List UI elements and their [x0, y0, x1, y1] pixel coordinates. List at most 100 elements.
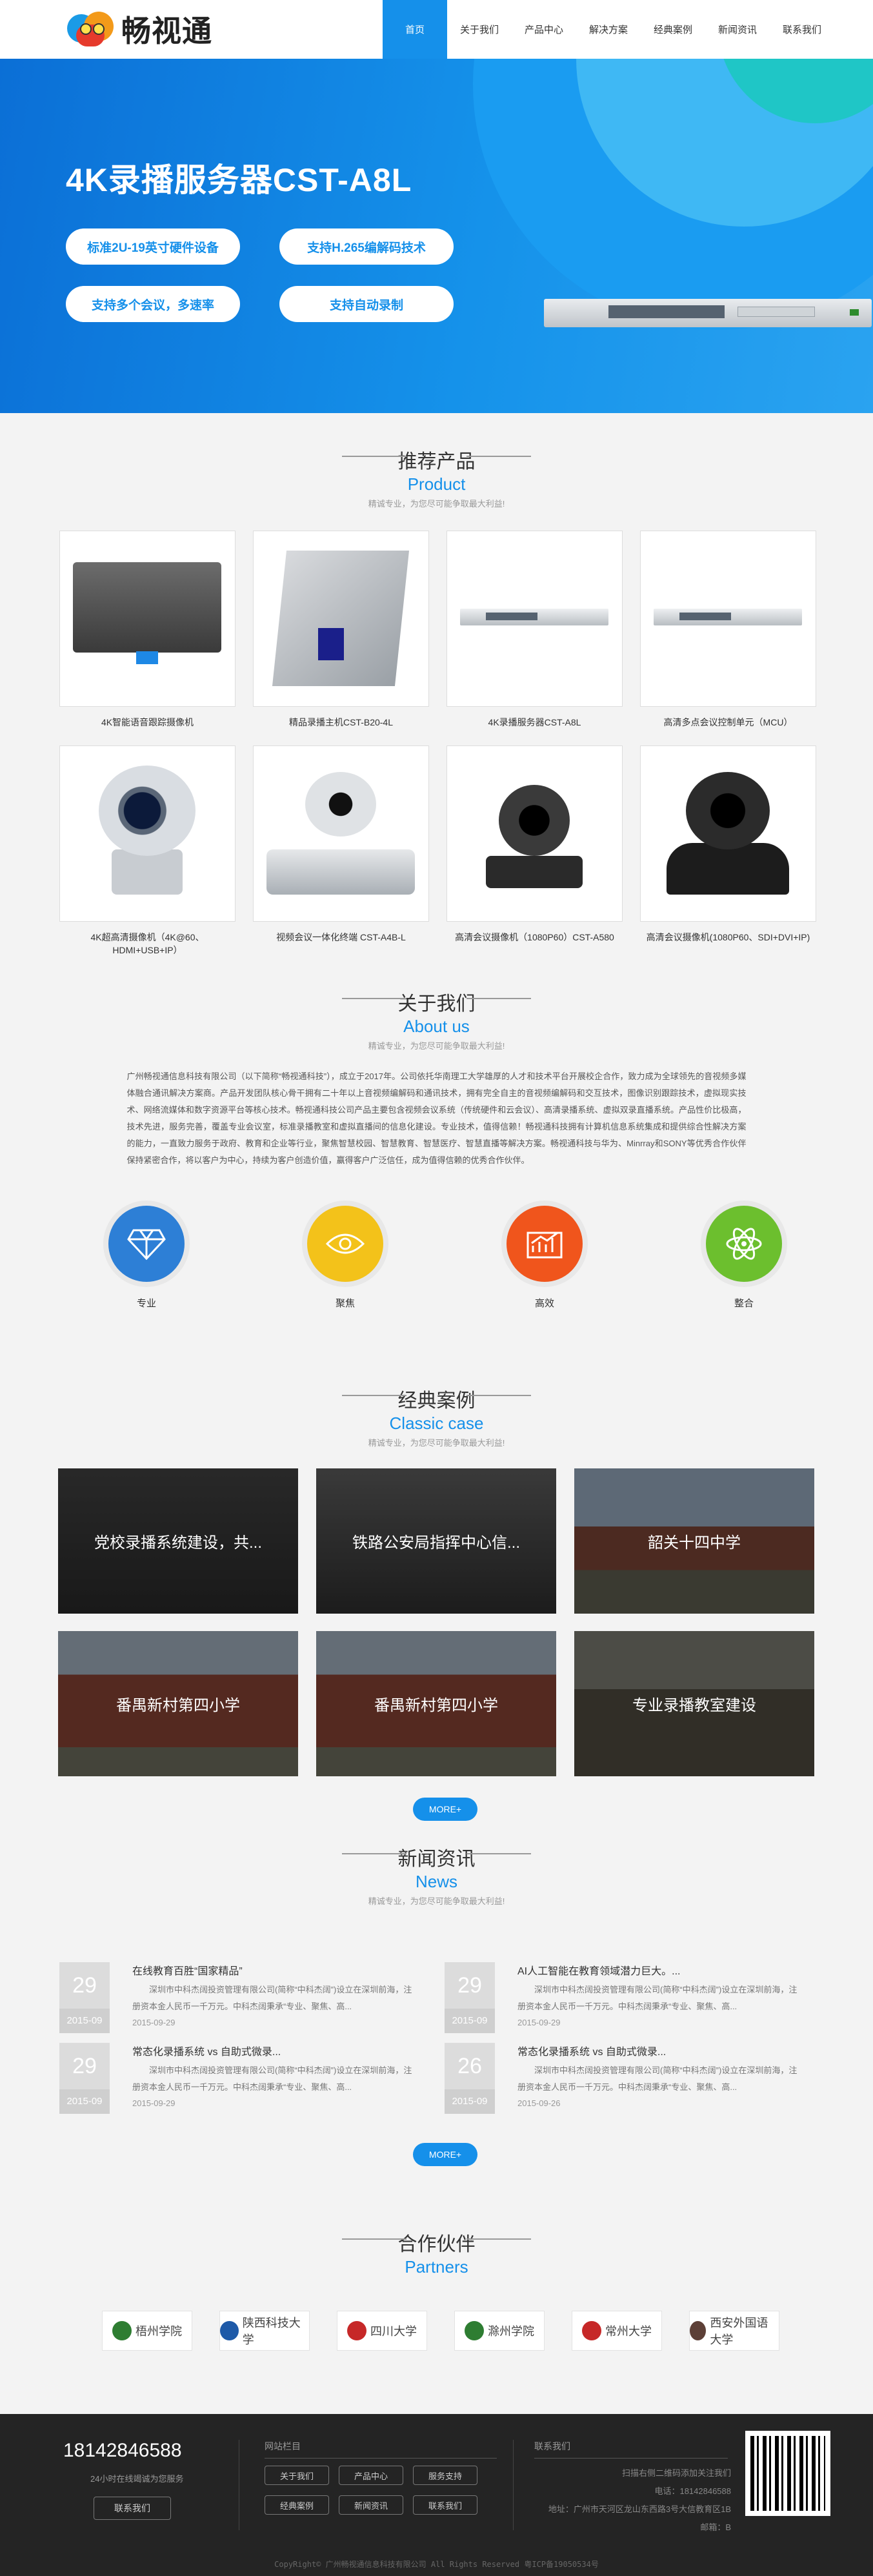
feature-item: 整合 [699, 1201, 789, 1310]
case-card[interactable]: 番禺新村第四小学 [58, 1631, 298, 1776]
product-image[interactable] [253, 531, 429, 707]
news-title[interactable]: AI人工智能在教育领域潜力巨大。... [517, 1962, 680, 1978]
news-summary: 深圳市中科杰阔投资管理有限公司(简称“中科杰阔”)设立在深圳前海，注册资本金人民… [517, 2065, 798, 2092]
banner-product-image [544, 299, 872, 327]
section-title-cn: 推荐产品 [397, 451, 476, 472]
news-date: 2015-09-29 [517, 2018, 561, 2027]
nav-item-solutions[interactable]: 解决方案 [576, 0, 641, 59]
product-image[interactable] [59, 531, 236, 707]
partner-logo[interactable]: 常州大学 [572, 2311, 662, 2351]
news-title[interactable]: 常态化录播系统 vs 自助式微录... [517, 2043, 666, 2058]
news-title[interactable]: 常态化录播系统 vs 自助式微录... [132, 2043, 281, 2058]
case-title[interactable]: 党校录播系统建设，共... [94, 1530, 262, 1552]
product-image[interactable] [640, 531, 816, 707]
site-logo[interactable]: 畅视通 [65, 8, 212, 50]
banner-title: 4K录播服务器CST-A8L [66, 162, 412, 198]
partner-name: 四川大学 [370, 2325, 417, 2338]
news-more-button[interactable]: MORE+ [413, 2143, 477, 2166]
partner-logo[interactable]: 陕西科技大学 [219, 2311, 310, 2351]
nav-item-about[interactable]: 关于我们 [447, 0, 512, 59]
product-image[interactable] [447, 745, 623, 922]
feature-icons: 专业 聚焦 高效 整合 [0, 1201, 873, 1368]
product-card[interactable]: 4K智能语音跟踪摄像机 [59, 531, 236, 729]
product-card[interactable]: 精品录播主机CST-B20-4L [253, 531, 429, 729]
case-card[interactable]: 专业录播教室建设 [574, 1631, 814, 1776]
news-summary: 深圳市中科杰阔投资管理有限公司(简称“中科杰阔”)设立在深圳前海，注册资本金人民… [132, 2065, 412, 2092]
section-subtitle: 精诚专业，为您尽可能争取最大利益! [368, 1438, 505, 1448]
nav-item-home[interactable]: 首页 [383, 0, 447, 59]
product-name[interactable]: 精品录播主机CST-B20-4L [253, 716, 429, 729]
news-day: 29 [72, 2054, 97, 2078]
product-card[interactable]: 视频会议一体化终端 CST-A4B-L [253, 745, 429, 944]
partner-logo[interactable]: 滁州学院 [454, 2311, 545, 2351]
qr-code-icon [745, 2431, 830, 2516]
product-image[interactable] [253, 745, 429, 922]
news-item[interactable]: 26 2015-09 常态化录播系统 vs 自助式微录... 深圳市中科杰阔投资… [445, 2043, 814, 2114]
feature-item: 高效 [499, 1201, 590, 1310]
news-item[interactable]: 29 2015-09 AI人工智能在教育领域潜力巨大。... 深圳市中科杰阔投资… [445, 1962, 814, 2033]
case-title[interactable]: 专业录播教室建设 [632, 1692, 756, 1715]
product-name[interactable]: 4K智能语音跟踪摄像机 [59, 716, 236, 729]
case-title[interactable]: 铁路公安局指挥中心信... [352, 1530, 520, 1552]
nav-item-news[interactable]: 新闻资讯 [705, 0, 770, 59]
section-title-en: Product [407, 474, 466, 494]
footer-link[interactable]: 服务支持 [413, 2466, 477, 2485]
case-card[interactable]: 番禺新村第四小学 [316, 1631, 556, 1776]
footer-phone: 18142846588 [63, 2440, 182, 2461]
banner-feature-pill: 支持H.265编解码技术 [279, 228, 454, 265]
product-image[interactable] [59, 745, 236, 922]
product-name[interactable]: 4K录播服务器CST-A8L [447, 716, 623, 729]
footer-link[interactable]: 新闻资讯 [339, 2495, 403, 2515]
nav-item-cases[interactable]: 经典案例 [641, 0, 705, 59]
section-title-cn: 合作伙伴 [397, 2234, 476, 2255]
footer-link[interactable]: 经典案例 [265, 2495, 329, 2515]
feature-label: 聚焦 [335, 1298, 355, 1309]
case-grid: 党校录播系统建设，共... 铁路公安局指挥中心信... 韶关十四中学 番禺新村第… [58, 1468, 815, 1776]
case-title[interactable]: 番禺新村第四小学 [116, 1692, 240, 1715]
partner-logo[interactable]: 西安外国语大学 [689, 2311, 779, 2351]
nav-item-products[interactable]: 产品中心 [512, 0, 576, 59]
product-image[interactable] [640, 745, 816, 922]
about-section: 关于我们 About us 精诚专业，为您尽可能争取最大利益! 广州畅视通信息科… [0, 988, 873, 1169]
product-card[interactable]: 高清会议摄像机（1080P60）CST-A580 [447, 745, 623, 944]
product-image[interactable] [447, 531, 623, 707]
product-name[interactable]: 高清会议摄像机（1080P60）CST-A580 [447, 931, 623, 944]
product-card[interactable]: 4K录播服务器CST-A8L [447, 531, 623, 729]
news-item[interactable]: 29 2015-09 在线教育百胜“国家精品” 深圳市中科杰阔投资管理有限公司(… [59, 1962, 428, 2033]
footer-link[interactable]: 联系我们 [413, 2495, 477, 2515]
news-year-month: 2015-09 [445, 2009, 495, 2033]
product-card[interactable]: 4K超高清摄像机（4K@60、HDMI+USB+IP） [59, 745, 236, 957]
footer-link[interactable]: 产品中心 [339, 2466, 403, 2485]
case-title[interactable]: 韶关十四中学 [648, 1530, 741, 1552]
product-name[interactable]: 高清会议摄像机(1080P60、SDI+DVI+IP) [640, 931, 816, 944]
section-title-cn: 新闻资讯 [397, 1849, 476, 1870]
site-header: 畅视通 首页 关于我们 产品中心 解决方案 经典案例 新闻资讯 联系我们 [0, 0, 873, 59]
news-title[interactable]: 在线教育百胜“国家精品” [132, 1962, 243, 1978]
partner-name: 西安外国语大学 [710, 2317, 768, 2347]
partner-logo[interactable]: 梧州学院 [102, 2311, 192, 2351]
nav-item-contact[interactable]: 联系我们 [770, 0, 834, 59]
product-name[interactable]: 4K超高清摄像机（4K@60、HDMI+USB+IP） [59, 931, 236, 957]
footer-contact-button[interactable]: 联系我们 [94, 2497, 171, 2520]
partner-logo[interactable]: 四川大学 [337, 2311, 427, 2351]
product-card[interactable]: 高清会议摄像机(1080P60、SDI+DVI+IP) [640, 745, 816, 944]
case-card[interactable]: 韶关十四中学 [574, 1468, 814, 1614]
eye-icon [302, 1201, 388, 1287]
diamond-icon [103, 1201, 190, 1287]
product-name[interactable]: 视频会议一体化终端 CST-A4B-L [253, 931, 429, 944]
news-date: 2015-09-26 [517, 2098, 561, 2108]
section-subtitle: 精诚专业，为您尽可能争取最大利益! [368, 499, 505, 509]
news-item[interactable]: 29 2015-09 常态化录播系统 vs 自助式微录... 深圳市中科杰阔投资… [59, 2043, 428, 2114]
product-card[interactable]: 高清多点会议控制单元（MCU） [640, 531, 816, 729]
case-title[interactable]: 番禺新村第四小学 [374, 1692, 498, 1715]
case-card[interactable]: 党校录播系统建设，共... [58, 1468, 298, 1614]
case-card[interactable]: 铁路公安局指挥中心信... [316, 1468, 556, 1614]
product-name[interactable]: 高清多点会议控制单元（MCU） [640, 716, 816, 729]
footer-contact-line: 邮箱：B [700, 2522, 731, 2532]
brand-name: 畅视通 [121, 14, 212, 48]
news-day: 26 [457, 2054, 482, 2078]
chart-icon [501, 1201, 588, 1287]
footer-link[interactable]: 关于我们 [265, 2466, 329, 2485]
cases-more-button[interactable]: MORE+ [413, 1798, 477, 1821]
banner-feature-pill: 支持多个会议，多速率 [66, 286, 240, 322]
